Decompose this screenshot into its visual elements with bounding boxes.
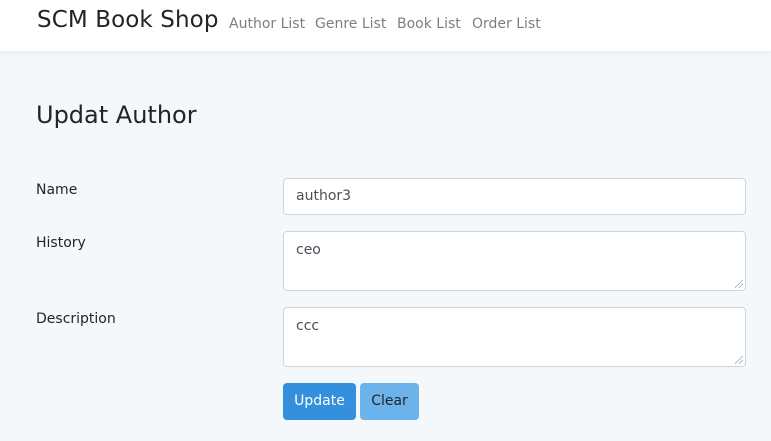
page-title: Updat Author — [36, 101, 197, 129]
name-label: Name — [36, 182, 78, 198]
nav-order-list[interactable]: Order List — [472, 15, 541, 33]
nav-genre-list[interactable]: Genre List — [315, 15, 386, 33]
nav-author-list[interactable]: Author List — [229, 15, 305, 33]
resize-handle-icon[interactable] — [735, 280, 743, 288]
resize-handle-icon[interactable] — [735, 356, 743, 364]
name-input[interactable]: author3 — [283, 178, 746, 215]
description-label: Description — [36, 311, 116, 327]
history-text: ceo — [296, 242, 321, 258]
update-button[interactable]: Update — [283, 383, 356, 420]
history-label: History — [36, 235, 86, 251]
history-textarea[interactable]: ceo — [283, 231, 746, 291]
description-text: ccc — [296, 318, 320, 334]
description-textarea[interactable]: ccc — [283, 307, 746, 367]
top-navbar: SCM Book Shop Author List Genre List Boo… — [0, 0, 771, 52]
nav-book-list[interactable]: Book List — [397, 15, 461, 33]
brand-link[interactable]: SCM Book Shop — [37, 5, 219, 35]
clear-button[interactable]: Clear — [360, 383, 419, 420]
